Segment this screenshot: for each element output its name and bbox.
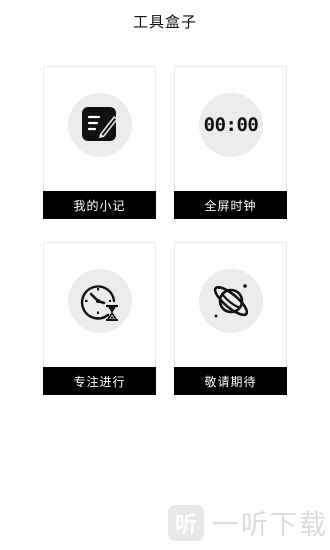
clock-hourglass-icon (80, 285, 118, 321)
card-label: 全屏时钟 (174, 191, 287, 219)
icon-circle (68, 269, 132, 333)
card-fullscreen-clock[interactable]: 00:00 全屏时钟 (174, 66, 287, 219)
digital-clock-icon: 00:00 (203, 114, 259, 136)
watermark-text: 一听下载 (212, 510, 328, 541)
page-title: 工具盒子 (132, 13, 197, 31)
watermark-logo-icon: 听 (168, 504, 204, 541)
card-coming-soon[interactable]: 敬请期待 (174, 242, 287, 395)
card-my-notes[interactable]: 我的小记 (43, 66, 156, 219)
card-label: 我的小记 (43, 191, 156, 219)
card-label: 专注进行 (43, 367, 156, 395)
icon-circle (199, 269, 263, 333)
card-focus[interactable]: 专注进行 (43, 242, 156, 395)
watermark: 听 一听下载 (168, 503, 328, 542)
notepad-icon (82, 107, 118, 141)
icon-circle (68, 93, 132, 157)
planet-icon (213, 284, 249, 318)
icon-circle: 00:00 (199, 93, 263, 157)
card-label: 敬请期待 (174, 367, 287, 395)
